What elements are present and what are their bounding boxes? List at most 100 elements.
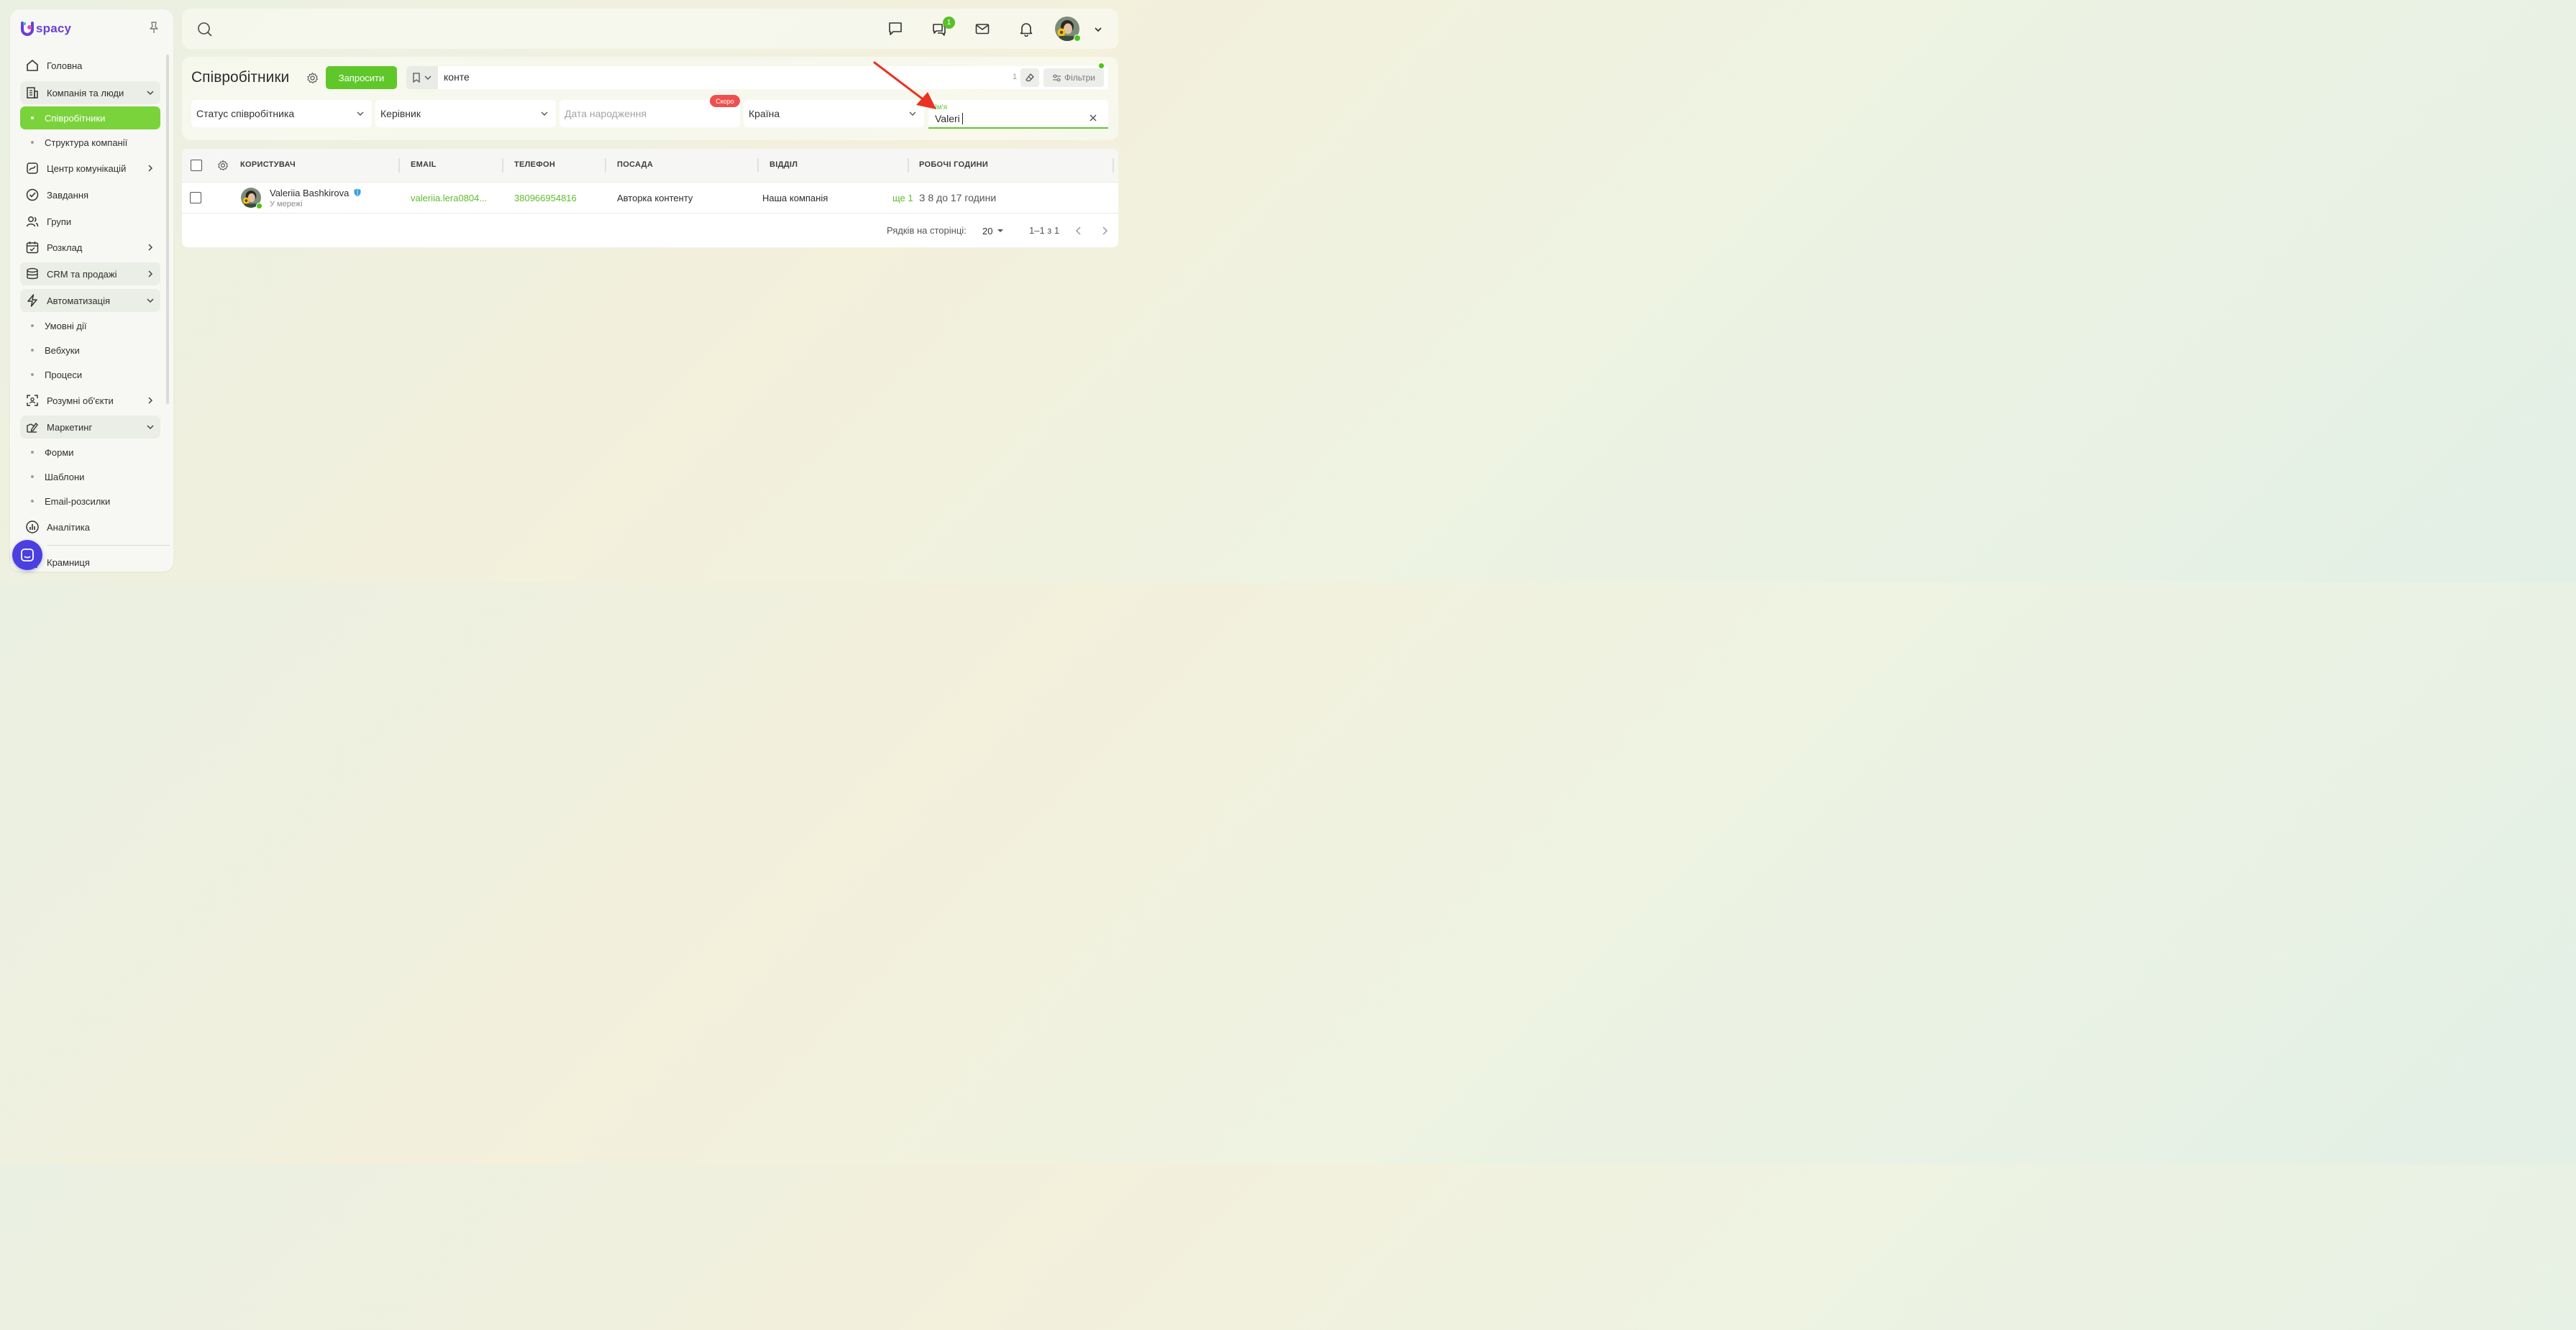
user-name-link[interactable]: Valeriia Bashkirova xyxy=(270,188,349,198)
close-icon[interactable] xyxy=(1089,114,1097,122)
invite-button[interactable]: Запросити xyxy=(326,66,397,89)
coming-soon-badge: Скоро xyxy=(710,95,740,107)
home-icon xyxy=(27,60,38,71)
column-resizer[interactable] xyxy=(757,158,759,173)
column-resizer[interactable] xyxy=(502,158,503,173)
calendar-icon xyxy=(26,242,39,254)
chevron-down-icon xyxy=(424,75,431,80)
top-bar xyxy=(182,9,1118,49)
sidebar-item-company-structure[interactable]: Структура компанії xyxy=(20,132,160,153)
sidebar-item-schedule[interactable]: Розклад xyxy=(20,236,160,259)
sliders-icon xyxy=(1053,74,1061,81)
bullet xyxy=(31,451,34,454)
clear-filters-button[interactable] xyxy=(1020,68,1039,87)
gear-icon[interactable] xyxy=(217,160,229,171)
sidebar-item-groups[interactable]: Групи xyxy=(20,210,160,233)
pin-icon[interactable] xyxy=(148,21,160,34)
column-header-user[interactable]: КОРИСТУВАЧ xyxy=(240,160,296,169)
country-filter-select[interactable]: Країна xyxy=(744,100,924,127)
sidebar-item-label: Співробітники xyxy=(45,112,106,124)
name-filter-value[interactable]: Valeri xyxy=(935,113,960,124)
gear-icon[interactable] xyxy=(306,72,319,84)
search-input[interactable]: конте xyxy=(444,71,470,83)
sidebar-item-label: Компанія та люди xyxy=(47,87,124,98)
birthdate-filter-label: Дата народження xyxy=(565,108,647,119)
sidebar-item-processes[interactable]: Процеси xyxy=(20,364,160,385)
search-icon[interactable] xyxy=(197,22,213,37)
sidebar-item-conditional-actions[interactable]: Умовні дії xyxy=(20,315,160,336)
chevron-down-icon xyxy=(541,111,548,116)
sidebar-item-label: Маркетинг xyxy=(47,421,93,433)
manager-filter-select[interactable]: Керівник xyxy=(375,100,556,127)
sidebar-item-webhooks[interactable]: Вебхуки xyxy=(20,339,160,361)
email-link[interactable]: valeriia.lera0804... xyxy=(411,193,487,203)
sidebar-item-communications[interactable]: Центр комунікацій xyxy=(20,157,160,180)
column-header-department[interactable]: ВІДДІЛ xyxy=(769,160,798,169)
sidebar-scrollbar[interactable] xyxy=(166,55,169,404)
sidebar-item-crm[interactable]: CRM та продажі xyxy=(20,262,160,285)
chevron-left-icon[interactable] xyxy=(1074,226,1084,236)
bell-icon[interactable] xyxy=(1018,21,1034,37)
rows-per-page-label: Рядків на сторінці: xyxy=(887,225,967,236)
sidebar-item-email-campaigns[interactable]: Email-розсилки xyxy=(20,490,160,512)
sidebar-item-automation[interactable]: Автоматизація xyxy=(20,289,160,312)
support-chat-button[interactable] xyxy=(12,540,42,570)
sidebar-item-marketing[interactable]: Маркетинг xyxy=(20,416,160,439)
sidebar-item-label: CRM та продажі xyxy=(47,268,117,280)
sidebar-item-employees[interactable]: Співробітники xyxy=(20,106,160,129)
company-icon xyxy=(27,87,38,98)
column-resizer[interactable] xyxy=(398,158,400,173)
sidebar-item-tasks[interactable]: Завдання xyxy=(20,183,160,206)
crm-icon xyxy=(27,267,38,280)
column-resizer[interactable] xyxy=(605,158,606,173)
name-filter-input[interactable]: Ім'я Valeri xyxy=(928,100,1108,129)
sidebar-item-label: Розклад xyxy=(47,242,83,253)
chevron-down-icon[interactable] xyxy=(1093,24,1103,35)
mail-icon[interactable] xyxy=(974,21,990,37)
table-row[interactable]: Valeriia Bashkirova У мережі valeriia.le… xyxy=(182,183,1118,214)
sidebar-item-home[interactable]: Головна xyxy=(20,54,160,77)
bullet xyxy=(31,324,34,327)
working-hours-cell: З 8 до 17 години xyxy=(919,192,997,203)
filters-button-label: Фільтри xyxy=(1064,73,1095,83)
chat-icon[interactable] xyxy=(887,21,903,37)
filters-active-dot xyxy=(1099,63,1104,68)
sidebar-item-templates[interactable]: Шаблони xyxy=(20,466,160,487)
sidebar-item-smart-objects[interactable]: Розумні об'єкти xyxy=(20,389,160,412)
bullet xyxy=(31,475,34,478)
position-cell: Авторка контенту xyxy=(617,193,693,203)
sidebar-item-label: Центр комунікацій xyxy=(47,162,127,174)
phone-link[interactable]: 380966954816 xyxy=(514,193,577,203)
chevron-down-icon xyxy=(909,111,916,116)
column-header-email[interactable]: EMAIL xyxy=(411,160,437,169)
sidebar-item-label: Завдання xyxy=(47,189,89,201)
employee-search-field[interactable]: конте 1 Фільтри xyxy=(406,63,1108,89)
select-all-checkbox[interactable] xyxy=(191,160,202,171)
sidebar-divider xyxy=(47,545,170,546)
chevron-right-icon[interactable] xyxy=(1100,226,1110,236)
sidebar-item-forms[interactable]: Форми xyxy=(20,441,160,463)
smart-objects-icon xyxy=(27,395,38,406)
sidebar-item-analytics[interactable]: Аналітика xyxy=(20,515,160,538)
column-header-working-hours[interactable]: РОБОЧІ ГОДИНИ xyxy=(919,160,988,169)
online-status-dot xyxy=(256,203,262,209)
sidebar-item-label: Аналітика xyxy=(47,521,90,533)
status-filter-select[interactable]: Статус співробітника xyxy=(191,100,372,127)
filters-button[interactable]: Фільтри xyxy=(1043,68,1104,87)
column-resizer[interactable] xyxy=(908,158,909,173)
logo[interactable]: spacy xyxy=(20,21,71,37)
saved-filters-button[interactable] xyxy=(406,66,438,89)
sidebar-item-company[interactable]: Компанія та люди xyxy=(20,81,160,104)
tasks-icon xyxy=(26,188,39,201)
column-header-position[interactable]: ПОСАДА xyxy=(617,160,653,169)
country-filter-label: Країна xyxy=(749,108,780,119)
status-filter-label: Статус співробітника xyxy=(196,108,295,119)
rows-per-page-select[interactable]: 20 xyxy=(982,224,1004,238)
column-header-phone[interactable]: ТЕЛЕФОН xyxy=(514,160,555,169)
more-departments-link[interactable]: ще 1 xyxy=(892,193,913,203)
row-select-checkbox[interactable] xyxy=(190,192,201,203)
sidebar-item-label: Автоматизація xyxy=(47,295,110,306)
user-status: У мережі xyxy=(270,200,303,208)
column-resizer[interactable] xyxy=(1113,158,1114,173)
chevron-right-icon xyxy=(148,244,153,251)
